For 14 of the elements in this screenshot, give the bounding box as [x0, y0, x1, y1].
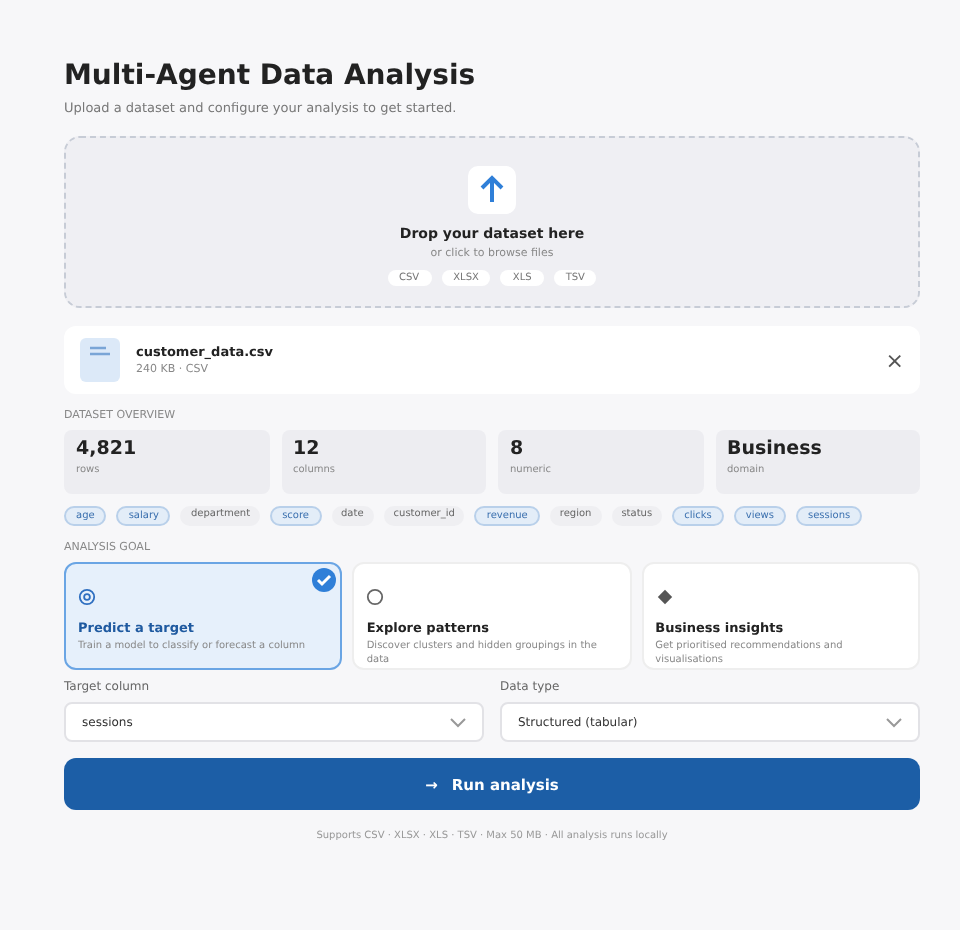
chevron-icon — [886, 717, 902, 727]
stat-value: 4,821 — [76, 438, 139, 460]
stat-value: 8 — [510, 438, 526, 460]
file-icon — [80, 338, 120, 382]
stat-value: 12 — [293, 438, 322, 460]
target-icon — [78, 588, 96, 606]
close-button[interactable]: × — [885, 347, 904, 373]
upload-icon — [468, 166, 516, 214]
circle-icon — [366, 588, 385, 606]
stat-value: Business — [727, 438, 824, 460]
diamond-icon — [655, 588, 674, 606]
chevron-icon — [450, 717, 466, 727]
page-title: Multi-Agent Data Analysis — [64, 60, 478, 92]
check-icon — [312, 568, 337, 592]
